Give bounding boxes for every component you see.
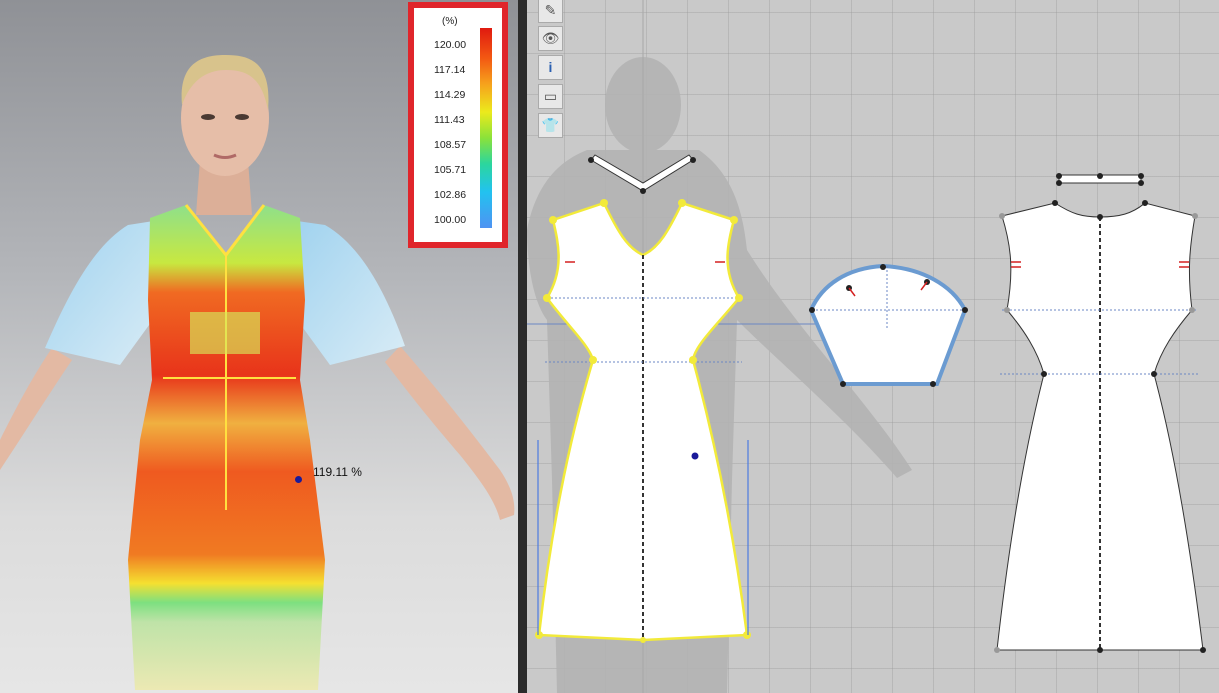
legend-tick: 102.86: [434, 189, 467, 201]
2d-pattern-viewport[interactable]: ✎ 👁 i ▭ 👕: [527, 0, 1219, 693]
strain-measurement-label: 119.11 %: [313, 465, 362, 479]
garment-lock-icon[interactable]: 👕: [538, 113, 563, 138]
viewport-splitter[interactable]: [518, 0, 527, 693]
legend-tick: 111.43: [434, 114, 465, 126]
show-avatar-icon[interactable]: 👁: [538, 26, 563, 51]
legend-color-bar: [480, 28, 492, 228]
edit-brush-icon[interactable]: ✎: [538, 0, 563, 23]
legend-unit: (%): [442, 16, 458, 27]
legend-tick: 105.71: [434, 164, 467, 176]
info-icon[interactable]: i: [538, 55, 563, 80]
pattern-canvas: [527, 0, 1206, 693]
legend-tick: 114.29: [434, 89, 466, 101]
legend-tick: 120.00: [434, 39, 467, 51]
texture-icon[interactable]: ▭: [538, 84, 563, 109]
sleeve-piece: [808, 263, 968, 386]
legend-tick: 100.00: [434, 214, 467, 226]
measure-point[interactable]: [295, 476, 302, 483]
strain-legend: (%) 120.00 117.14 114.29 111.43 108.57 1…: [408, 2, 508, 248]
legend-tick: 117.14: [434, 64, 466, 76]
3d-viewport[interactable]: 119.11 % (%) 120.00 117.14 114.29 111.43…: [0, 0, 518, 693]
legend-tick: 108.57: [434, 139, 467, 151]
